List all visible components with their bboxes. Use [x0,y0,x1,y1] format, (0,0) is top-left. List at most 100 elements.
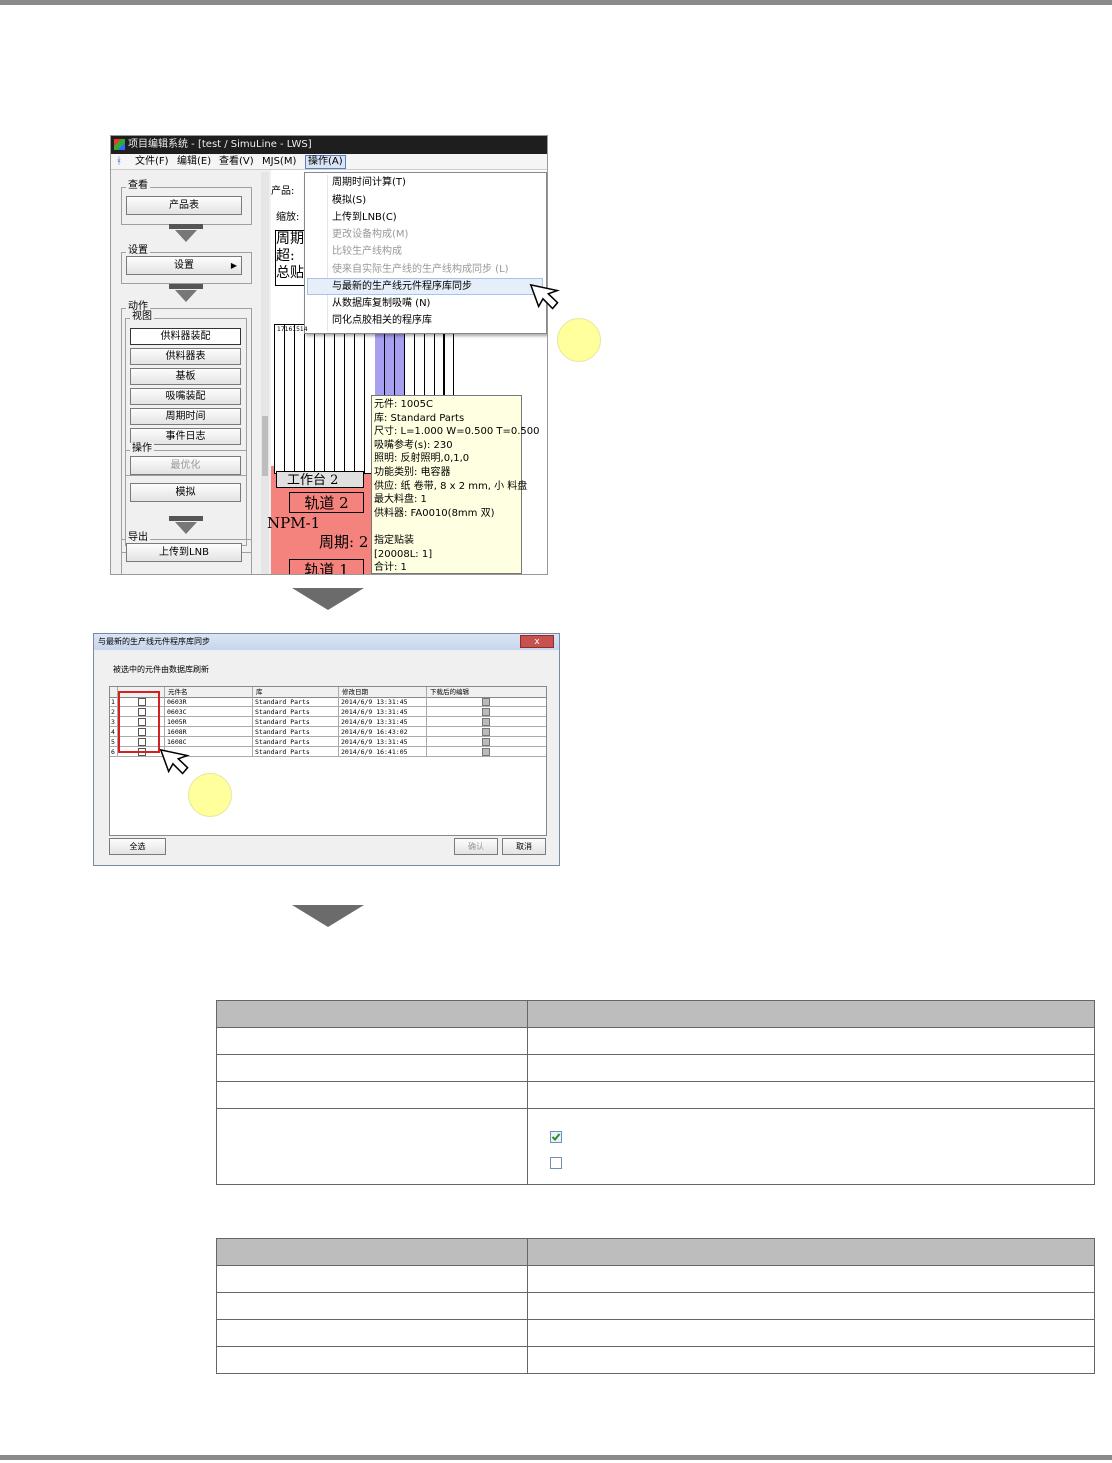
table-row [216,1265,1096,1293]
checkbox-highlight-box [118,691,160,753]
settings-table-1 [216,1000,1096,1185]
board-button[interactable]: 基板 [130,368,241,385]
unchecked-checkbox-icon [549,1157,562,1169]
zoom-label: 缩放: [276,212,300,223]
feeder-numbers: 17161514 [277,326,308,333]
menu-edit[interactable]: 编辑(E) [177,154,211,169]
nozzle-assign-button[interactable]: 吸嘴装配 [130,388,241,405]
table-row[interactable]: 5 1608C Standard Parts 2014/6/9 13:31:45 [110,737,546,747]
summary-line-3: 总贴 [276,265,304,281]
menu-item-sync-parts-library[interactable]: 与最新的生产线元件程序库同步 [332,278,472,295]
menu-item-assimilate-dispense[interactable]: 同化点胶相关的程序库 [332,312,432,329]
pointer-cursor-icon [159,748,191,775]
settings-table-2 [216,1238,1096,1374]
feeder-assign-button[interactable]: 供料器装配 [130,328,241,345]
table-row[interactable]: 3 1005R Standard Parts 2014/6/9 13:31:45 [110,717,546,727]
dialog-title-bar: 与最新的生产线元件程序库同步 x [94,634,559,650]
group-view-label: 查看 [126,180,150,192]
tooltip-line: 元件: 1005C [374,399,433,410]
dialog-instruction: 被选中的元件由数据库刷新 [113,665,209,674]
cycle-label: 周期: 2 [319,533,369,551]
pointer-cursor-icon [529,283,561,310]
lane-1-label[interactable]: 轨道 1 [289,559,364,574]
menu-mjs[interactable]: MJS(M) [262,154,296,169]
cycle-time-button[interactable]: 周期时间 [130,408,241,425]
edited-checkbox [482,748,490,756]
table-row [216,1054,1096,1082]
close-button[interactable]: x [520,635,554,648]
tooltip-line: 供应: 纸 卷带, 8 x 2 mm, 小 料盘 [374,480,528,492]
upload-lnb-button[interactable]: 上传到LNB [126,543,242,562]
dialog-title: 与最新的生产线元件程序库同步 [98,637,210,646]
menu-item-cycle-time-calc[interactable]: 周期时间计算(T) [332,174,406,191]
col-edited[interactable]: 下载后的编辑 [430,687,469,697]
col-modified[interactable]: 修改日期 [342,687,368,697]
project-editor-screenshot: 项目编辑系统 - [test / SimuLine - LWS] ᚼ 文件(F)… [110,135,548,575]
edited-checkbox [482,718,490,726]
confirm-button[interactable]: 确认 [454,838,498,855]
menu-item-sync-actual-line[interactable]: 使来自实际生产线的生产线构成同步 (L) [332,261,509,278]
tooltip-line: 功能类别: 电容器 [374,466,451,478]
menu-item-compare-line[interactable]: 比较生产线构成 [332,243,402,260]
summary-line-1: 周期 [276,231,304,247]
table-row[interactable]: 2 0603C Standard Parts 2014/6/9 13:31:45 [110,707,546,717]
menu-file[interactable]: 文件(F) [135,154,169,169]
toolbar-icon[interactable]: ᚼ [116,154,122,169]
product-label: 产品: [271,186,295,197]
table-row[interactable]: 1 0603R Standard Parts 2014/6/9 13:31:45 [110,697,546,707]
cancel-button[interactable]: 取消 [502,838,546,855]
submenu-arrow-icon: ▶ [230,261,237,270]
group-subview-label: 视图 [130,311,154,323]
menu-operation[interactable]: 操作(A) [305,155,346,169]
window-title-bar: 项目编辑系统 - [test / SimuLine - LWS] [111,136,547,154]
table-row [216,1027,1096,1055]
tooltip-line: 吸嘴参考(s): 230 [374,439,453,451]
tooltip-line: 库: Standard Parts [374,412,465,424]
tooltip-line: 尺寸: L=1.000 W=0.500 T=0.500 [374,426,540,438]
tooltip-line [374,520,521,534]
menu-item-copy-nozzle[interactable]: 从数据库复制吸嘴 (N) [332,295,430,312]
lane-2-label[interactable]: 轨道 2 [289,492,364,513]
tooltip-line: 照明: 反射照明,0,1,0 [374,453,470,465]
app-icon [114,139,125,150]
group-operate-label: 操作 [130,443,154,455]
tooltip-line: 供料器: FA0010(8mm 双) [374,507,495,519]
machine-name: NPM-1 [267,514,321,532]
tooltip-line: 最大料盘: 1 [374,494,427,506]
feeder-table-button[interactable]: 供料器表 [130,348,241,365]
part-tooltip: 元件: 1005C 库: Standard Parts 尺寸: L=1.000 … [371,395,540,574]
bottom-rule [0,1455,1112,1460]
window-title: 项目编辑系统 - [test / SimuLine - LWS] [128,139,312,150]
table-header-row [216,1000,1096,1028]
top-rule [0,0,1112,5]
select-all-button[interactable]: 全选 [109,838,166,855]
left-panel: 查看 产品表 设置 设置 ▶ 动作 视图 供料器装配 供料器表 基板 吸嘴装配 … [114,172,260,574]
col-library[interactable]: 库 [256,687,263,697]
setup-button-label: 设置 [174,260,194,271]
tooltip-line: 合计: 1 [374,562,407,574]
edited-checkbox [482,738,490,746]
table-row[interactable]: 4 1608R Standard Parts 2014/6/9 16:43:02 [110,727,546,737]
summary-line-2: 超: [276,248,295,264]
tooltip-line: [20008L: 1] [374,548,433,560]
step-arrow-icon [292,905,364,927]
operation-menu: 周期时间计算(T) 模拟(S) 上传到LNB(C) 更改设备构成(M) 比较生产… [304,172,547,334]
vertical-scrollbar-thumb[interactable] [262,416,268,476]
edited-checkbox [482,698,490,706]
menu-item-change-config[interactable]: 更改设备构成(M) [332,226,408,243]
optimize-button[interactable]: 最优化 [130,456,241,475]
col-part-name[interactable]: 元件名 [168,687,188,697]
step-arrow-icon [292,588,364,610]
table-row [216,1081,1096,1109]
workbench-2-label[interactable]: 工作台 2 [276,471,364,488]
menu-bar: ᚼ 文件(F) 编辑(E) 查看(V) MJS(M) 操作(A) [111,154,547,170]
product-table-button[interactable]: 产品表 [126,196,242,215]
menu-item-simulate[interactable]: 模拟(S) [332,192,366,209]
table-row [216,1319,1096,1347]
table-header-row [216,1238,1096,1266]
menu-item-upload-lnb[interactable]: 上传到LNB(C) [332,209,397,226]
simulate-button[interactable]: 模拟 [130,483,241,502]
menu-view[interactable]: 查看(V) [219,154,254,169]
summary-box: 周期 超: 总贴 [275,230,307,286]
setup-button[interactable]: 设置 ▶ [126,256,242,275]
